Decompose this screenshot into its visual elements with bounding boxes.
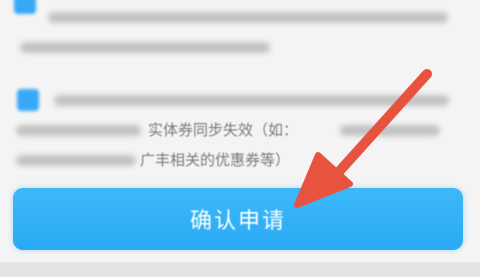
blurred-text-line: [340, 125, 440, 136]
confirm-apply-label: 确认申请: [189, 209, 286, 234]
blurred-text-line: [48, 12, 448, 23]
blurred-text-line: [54, 95, 449, 106]
blurred-text-line: [16, 155, 136, 166]
checkbox-checked-icon[interactable]: [17, 89, 39, 111]
blurred-text-line: [20, 42, 270, 53]
checkbox-checked-icon[interactable]: [14, 0, 36, 14]
blurred-text-line: [16, 125, 141, 136]
confirm-apply-button[interactable]: 确认申请: [13, 188, 463, 250]
agreement-text-line-3: 广丰相关的优惠券等）: [140, 151, 291, 169]
bottom-strip: [0, 262, 480, 277]
agreement-text-line-2: 实体券同步失效（如：: [148, 121, 299, 139]
agreement-clause-top: [0, 0, 480, 60]
agreement-card: 实体券同步失效（如： 广丰相关的优惠券等） 确认申请: [0, 0, 480, 277]
